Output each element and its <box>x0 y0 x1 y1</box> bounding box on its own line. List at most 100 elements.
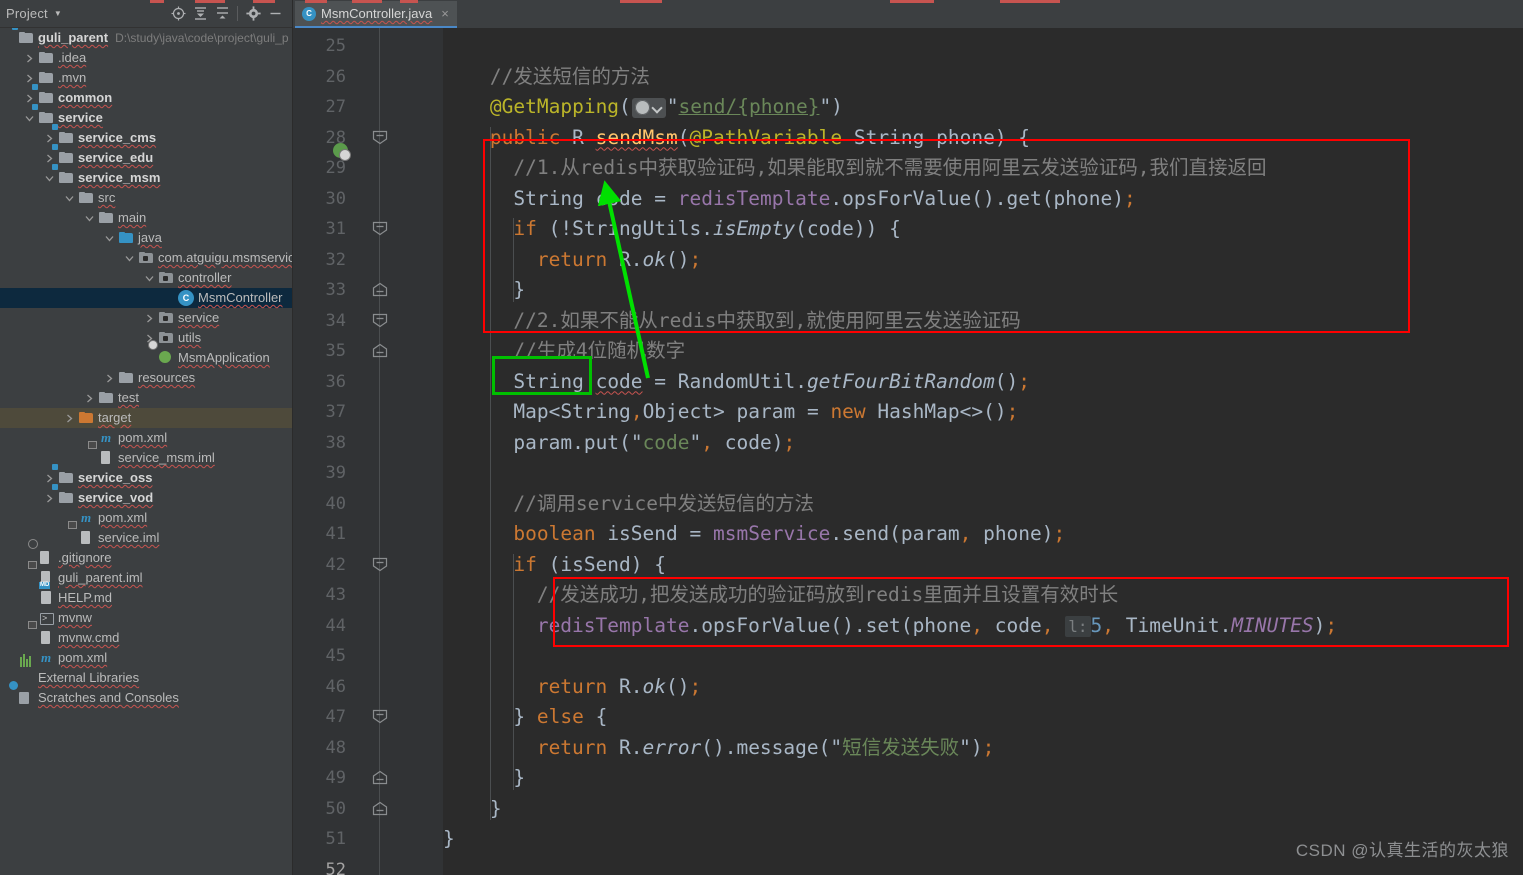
tree-row-service-cms[interactable]: service_cms <box>0 124 292 148</box>
code-line-43[interactable]: //发送成功,把发送成功的验证码放到redis里面并且设置有效时长 <box>537 580 1118 611</box>
code-line-48[interactable]: return R.error().message("短信发送失败"); <box>537 733 995 764</box>
editor-gutter[interactable]: 25 26 27 28 29 30 31 32 33 34 35 36 37 38 39 40 41 42 43 44… <box>293 28 443 875</box>
tree-row-java[interactable]: java <box>0 228 292 248</box>
tree-row-controller[interactable]: controller <box>0 268 292 288</box>
shell-script-icon: > <box>42 613 48 623</box>
project-root-path: D:\study\java\code\project\guli_pa <box>115 31 288 45</box>
gear-icon[interactable] <box>242 3 264 25</box>
code-line-27[interactable]: @GetMapping("send/{phone}") <box>490 92 843 123</box>
tree-row-mvnw-cmd[interactable]: mvnw.cmd <box>0 628 292 648</box>
web-mapping-gutter-icon[interactable] <box>631 97 666 118</box>
chevron-right-icon[interactable] <box>24 53 35 64</box>
chevron-down-icon[interactable] <box>64 193 75 204</box>
fold-toggle-icon[interactable] <box>372 801 388 815</box>
tree-row-idea[interactable]: .idea <box>0 48 292 68</box>
code-line-37[interactable]: Map<String,Object> param = new HashMap<>… <box>513 397 1018 428</box>
tree-row-target[interactable]: target <box>0 408 292 428</box>
chevron-down-icon[interactable] <box>24 113 35 124</box>
code-line-28[interactable]: public R sendMsm(@PathVariable String ph… <box>490 123 1030 154</box>
locate-icon[interactable] <box>167 3 189 25</box>
minimize-icon[interactable] <box>264 3 286 25</box>
tree-row-pom-xml[interactable]: m pom.xml <box>0 428 292 448</box>
tree-row-pom-xml[interactable]: m pom.xml <box>0 508 292 528</box>
tree-row-com-atguigu-msmservice[interactable]: com.atguigu.msmservice <box>0 248 292 268</box>
chevron-right-icon[interactable] <box>44 473 55 484</box>
code-line-38[interactable]: param.put("code", code); <box>513 428 795 459</box>
code-line-31[interactable]: if (!StringUtils.isEmpty(code)) { <box>513 214 900 245</box>
code-line-40[interactable]: //调用service中发送短信的方法 <box>513 489 814 520</box>
code-line-35[interactable]: //生成4位随机数字 <box>513 336 685 367</box>
tree-row-external-libraries[interactable]: External Libraries <box>0 654 292 688</box>
code-line-44[interactable]: redisTemplate.opsForValue().set(phone, c… <box>537 611 1337 642</box>
chevron-right-icon[interactable] <box>44 493 55 504</box>
tree-row-gitignore[interactable]: .gitignore <box>0 548 292 568</box>
chevron-down-icon[interactable] <box>144 273 155 284</box>
chevron-right-icon[interactable] <box>44 133 55 144</box>
fold-toggle-icon[interactable] <box>372 709 388 724</box>
tree-row-service-vod[interactable]: service_vod <box>0 484 292 508</box>
code-line-30[interactable]: String code = redisTemplate.opsForValue(… <box>513 184 1135 215</box>
fold-toggle-icon[interactable] <box>372 130 388 144</box>
chevron-right-icon[interactable] <box>84 393 95 404</box>
collapse-all-icon[interactable] <box>211 3 233 25</box>
chevron-down-icon[interactable] <box>104 233 115 244</box>
editor-scrollbar[interactable] <box>1511 28 1523 875</box>
tree-row-msmapplication[interactable]: MsmApplication <box>0 348 292 368</box>
chevron-right-icon[interactable] <box>144 313 155 324</box>
tree-row-utils[interactable]: utils <box>0 328 292 348</box>
fold-toggle-icon[interactable] <box>372 770 388 785</box>
tree-row-msmcontroller[interactable]: C MsmController <box>0 288 292 308</box>
project-tree[interactable]: guli_parent D:\study\java\code\project\g… <box>0 28 292 875</box>
tree-row-scratches-and-consoles[interactable]: Scratches and Consoles <box>0 688 292 708</box>
close-icon[interactable]: × <box>441 7 449 20</box>
tree-row-service-iml[interactable]: service.iml <box>0 528 292 548</box>
chevron-right-icon[interactable] <box>44 153 55 164</box>
tree-row-resources[interactable]: resources <box>0 368 292 388</box>
code-line-36[interactable]: String code = RandomUtil.getFourBitRando… <box>513 367 1030 398</box>
code-line-29[interactable]: //1.从redis中获取验证码,如果能取到就不需要使用阿里云发送验证码,我们直… <box>513 153 1266 184</box>
fold-toggle-icon[interactable] <box>372 282 388 297</box>
chevron-down-icon[interactable] <box>84 213 95 224</box>
tree-row-service[interactable]: service <box>0 308 292 328</box>
chevron-down-icon[interactable]: ▼ <box>54 9 62 18</box>
tree-row-test[interactable]: test <box>0 388 292 408</box>
fold-toggle-icon[interactable] <box>372 221 388 236</box>
code-line-46[interactable]: return R.ok(); <box>537 672 701 703</box>
code-line-41[interactable]: boolean isSend = msmService.send(param, … <box>513 519 1065 550</box>
expand-all-icon[interactable] <box>189 3 211 25</box>
tab-msmcontroller-java[interactable]: C MsmController.java × <box>295 1 457 28</box>
code-line-50[interactable]: } <box>490 794 502 825</box>
chevron-down-icon[interactable] <box>124 253 135 264</box>
code-line-47[interactable]: } else { <box>513 702 607 733</box>
tree-row-root[interactable]: guli_parent D:\study\java\code\project\g… <box>0 28 292 48</box>
code-line-34[interactable]: //2.如果不能从redis中获取到,就使用阿里云发送验证码 <box>513 306 1020 337</box>
tree-row-service-msm-iml[interactable]: service_msm.iml <box>0 448 292 468</box>
code-line-33[interactable]: } <box>513 275 525 306</box>
fold-toggle-icon[interactable] <box>372 343 388 358</box>
chevron-right-icon[interactable] <box>64 413 75 424</box>
fold-toggle-icon[interactable] <box>372 313 388 327</box>
code-line-49[interactable]: } <box>513 763 525 794</box>
chevron-down-icon[interactable] <box>44 173 55 184</box>
code-line-26[interactable]: //发送短信的方法 <box>490 62 650 93</box>
code-editor[interactable]: //发送短信的方法 @GetMapping("send/{phone}") publ… <box>443 28 1523 875</box>
chevron-right-icon[interactable] <box>104 373 115 384</box>
chevron-right-icon[interactable] <box>24 73 35 84</box>
tree-row-main[interactable]: main <box>0 208 292 228</box>
tree-row-service[interactable]: service <box>0 104 292 128</box>
code-line-42[interactable]: if (isSend) { <box>513 550 666 581</box>
chevron-right-icon[interactable] <box>24 93 35 104</box>
tree-row-service-edu[interactable]: service_edu <box>0 144 292 168</box>
tree-row-src[interactable]: src <box>0 188 292 208</box>
tree-row-service-oss[interactable]: service_oss <box>0 464 292 488</box>
code-line-51[interactable]: } <box>443 824 455 855</box>
tree-row-mvnw[interactable]: > mvnw <box>0 608 292 628</box>
tree-row-mvn[interactable]: .mvn <box>0 68 292 88</box>
fold-toggle-icon[interactable] <box>372 557 388 571</box>
tree-row-service-msm[interactable]: service_msm <box>0 164 292 188</box>
tree-row-common[interactable]: common <box>0 84 292 108</box>
tree-row-pom-xml[interactable]: m pom.xml <box>0 648 292 668</box>
code-line-32[interactable]: return R.ok(); <box>537 245 701 276</box>
tree-row-help-md[interactable]: MD HELP.md <box>0 582 292 608</box>
run-gutter-icon[interactable] <box>333 143 351 161</box>
